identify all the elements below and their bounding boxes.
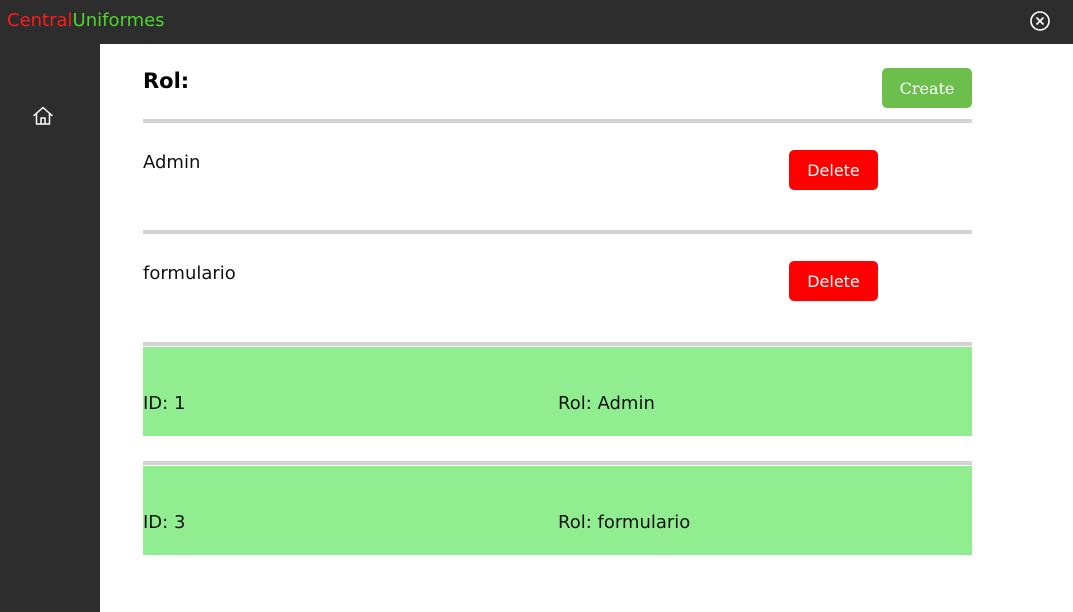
page-title: Rol: bbox=[143, 69, 190, 93]
sidebar bbox=[0, 44, 100, 612]
close-icon[interactable] bbox=[1029, 10, 1051, 32]
create-button[interactable]: Create bbox=[882, 68, 972, 108]
home-icon[interactable] bbox=[31, 104, 55, 128]
role-name: formulario bbox=[143, 263, 236, 284]
app-title: CentralUniformes bbox=[7, 10, 165, 32]
role-label: Rol: Admin bbox=[558, 393, 655, 414]
role-row: Admin Delete bbox=[143, 123, 972, 223]
role-label: Rol: formulario bbox=[558, 512, 691, 533]
role-detail-card: ID: 1 Rol: Admin bbox=[143, 347, 972, 436]
role-row: formulario Delete bbox=[143, 234, 972, 334]
delete-button[interactable]: Delete bbox=[789, 261, 878, 301]
role-name: Admin bbox=[143, 152, 201, 173]
role-detail-card: ID: 3 Rol: formulario bbox=[143, 466, 972, 555]
delete-button[interactable]: Delete bbox=[789, 150, 878, 190]
role-id: ID: 1 bbox=[143, 393, 186, 414]
app-title-central: Central bbox=[7, 10, 73, 31]
app-title-uniformes: Uniformes bbox=[72, 10, 165, 31]
separator bbox=[143, 342, 972, 346]
title-bar: CentralUniformes bbox=[0, 0, 1073, 44]
role-id: ID: 3 bbox=[143, 512, 186, 533]
separator bbox=[143, 461, 972, 465]
main-content: Rol: Create Admin Delete formulario Dele… bbox=[100, 44, 1073, 612]
